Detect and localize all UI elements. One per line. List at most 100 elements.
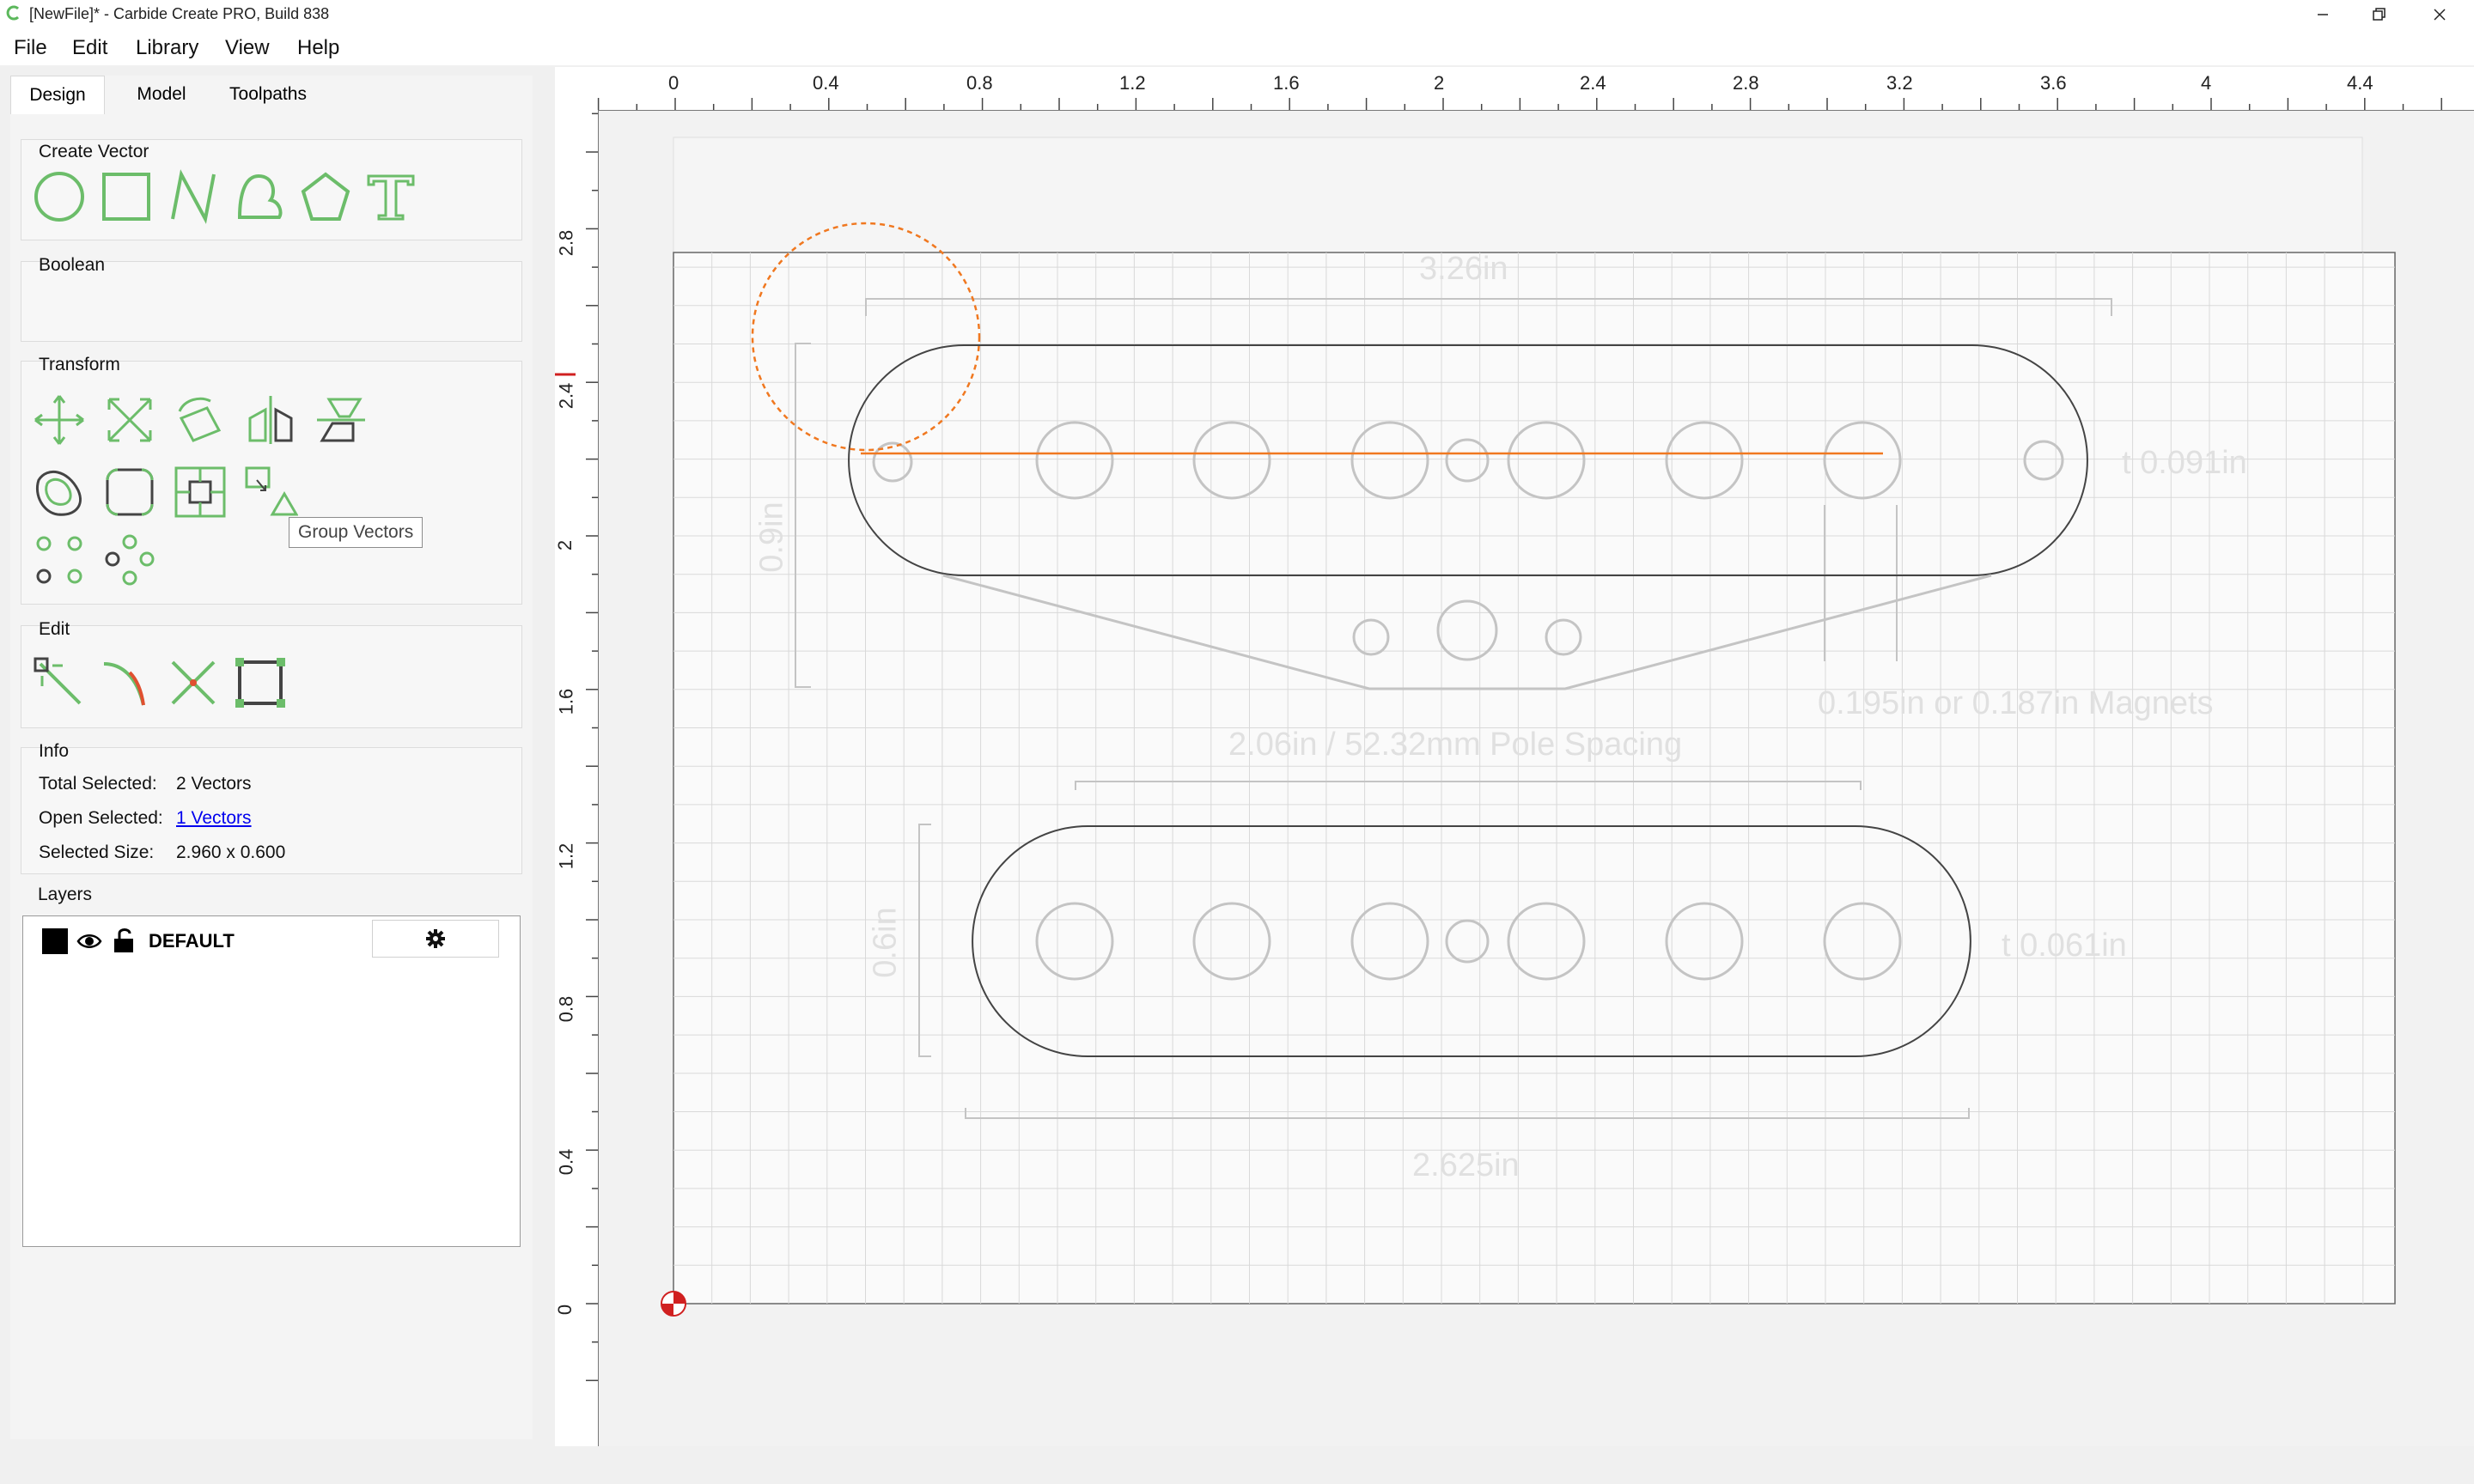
scale-icon[interactable]: [102, 392, 157, 447]
circle-icon[interactable]: [32, 169, 87, 224]
dimension-bottom-thickness: t 0.061in: [2002, 928, 2127, 964]
origin-marker-icon: [661, 1291, 686, 1317]
restore-button[interactable]: [2345, 0, 2414, 29]
tab-model[interactable]: Model: [113, 76, 210, 113]
menu-edit[interactable]: Edit: [72, 36, 107, 60]
total-selected-value: 2 Vectors: [176, 774, 252, 794]
layer-name: DEFAULT: [149, 930, 235, 952]
selected-size-label: Selected Size:: [39, 842, 155, 862]
offset-icon[interactable]: [32, 465, 87, 520]
layers-list: DEFAULT: [22, 915, 521, 1247]
ruler-y-label: 0.8: [555, 995, 577, 1023]
node-edit-icon[interactable]: [32, 655, 87, 710]
info-title: Info: [39, 741, 70, 761]
rectangle-icon[interactable]: [99, 169, 154, 224]
ruler-x-label: 4: [2201, 72, 2212, 94]
horizontal-ruler: 0 0.4 0.8 1.2 1.6 2 2.4 2.8 3.2 3.6 4 4.…: [555, 67, 2474, 111]
magnets-note: 0.195in or 0.187in Magnets: [1818, 685, 2214, 721]
ruler-x-label: 3.2: [1886, 72, 1913, 94]
split-icon[interactable]: [166, 655, 221, 710]
restore-icon: [2373, 8, 2386, 21]
boolean-title: Boolean: [39, 255, 106, 275]
ruler-x-label: 0.4: [813, 72, 839, 94]
menu-view[interactable]: View: [225, 36, 270, 60]
dimension-top-height: 0.9in: [753, 502, 790, 573]
group-icon[interactable]: [243, 465, 298, 520]
layer-color-swatch[interactable]: [42, 928, 68, 954]
workspace-area: [673, 252, 2396, 1305]
close-button[interactable]: [2405, 0, 2474, 29]
trim-icon[interactable]: [99, 655, 154, 710]
curve-icon[interactable]: [233, 169, 288, 224]
ruler-y-label: 2: [554, 539, 576, 551]
move-icon[interactable]: [32, 392, 87, 447]
eye-icon[interactable]: [76, 928, 102, 954]
dimension-bottom-width: 2.625in: [1412, 1147, 1520, 1183]
title-bar: [NewFile]* - Carbide Create PRO, Build 8…: [0, 0, 2474, 29]
align-icon[interactable]: [314, 392, 369, 447]
open-selected-link[interactable]: 1 Vectors: [176, 808, 252, 829]
app-logo-icon: [6, 5, 20, 21]
ruler-y-label: 0: [554, 1304, 576, 1316]
close-icon: [2434, 9, 2446, 21]
vertical-ruler-ticks: [555, 113, 598, 1382]
ruler-x-label: 2.4: [1580, 72, 1606, 94]
ruler-x-label: 4.4: [2347, 72, 2373, 94]
rotate-icon[interactable]: [173, 392, 228, 447]
menu-help[interactable]: Help: [297, 36, 339, 60]
edit-title: Edit: [39, 619, 70, 639]
info-group: Info Total Selected: 2 Vectors Open Sele…: [21, 741, 522, 874]
ruler-x-label: 1.2: [1119, 72, 1146, 94]
total-selected-label: Total Selected:: [39, 774, 157, 794]
layers-title: Layers: [38, 885, 93, 904]
center-icon[interactable]: [173, 465, 228, 520]
transform-group: Transform: [21, 355, 522, 605]
ruler-x-label: 0: [668, 72, 679, 94]
dimension-top-width: 3.26in: [1419, 251, 1508, 287]
unlock-icon[interactable]: [111, 927, 137, 954]
horizontal-ruler-ticks: [597, 98, 2442, 110]
canvas-drawing[interactable]: [600, 112, 2474, 1446]
menu-library[interactable]: Library: [136, 36, 198, 60]
menu-bar: File Edit Library View Help: [0, 29, 2474, 65]
ruler-y-label: 2.4: [555, 382, 577, 410]
linear-array-icon[interactable]: [102, 533, 157, 588]
ruler-x-label: 1.6: [1273, 72, 1300, 94]
create-vector-title: Create Vector: [39, 142, 149, 161]
selected-size-value: 2.960 x 0.600: [176, 842, 286, 862]
ruler-y-label: 1.2: [555, 842, 577, 870]
layer-row[interactable]: DEFAULT: [23, 916, 520, 961]
ruler-y-label: 0.4: [555, 1148, 577, 1176]
menu-file[interactable]: File: [14, 36, 47, 60]
ruler-x-label: 0.8: [966, 72, 993, 94]
open-selected-label: Open Selected:: [39, 808, 163, 828]
ruler-y-label: 1.6: [555, 688, 577, 715]
fillet-icon[interactable]: [102, 465, 157, 520]
gear-icon: [426, 929, 445, 948]
polygon-icon[interactable]: [298, 169, 353, 224]
ruler-y-label: 2.8: [555, 229, 577, 257]
tab-toolpaths[interactable]: Toolpaths: [210, 76, 326, 113]
text-icon[interactable]: [363, 169, 418, 224]
tab-design[interactable]: Design: [10, 76, 105, 114]
window-title: [NewFile]* - Carbide Create PRO, Build 8…: [29, 5, 330, 22]
layer-settings-button[interactable]: [372, 920, 499, 958]
bounding-box-icon[interactable]: [233, 655, 288, 710]
minimize-icon: [2318, 14, 2328, 15]
group-vectors-tooltip: Group Vectors: [289, 517, 424, 548]
pole-spacing-note: 2.06in / 52.32mm Pole Spacing: [1228, 727, 1683, 763]
boolean-group: Boolean: [21, 255, 522, 342]
ruler-x-label: 2: [1434, 72, 1445, 94]
dimension-bottom-height: 0.6in: [867, 907, 904, 978]
create-vector-group: Create Vector: [21, 139, 522, 240]
mirror-icon[interactable]: [243, 392, 298, 447]
ruler-x-label: 2.8: [1733, 72, 1759, 94]
circular-array-icon[interactable]: [32, 533, 87, 588]
dimension-top-thickness: t 0.091in: [2122, 445, 2247, 481]
transform-title: Transform: [39, 355, 120, 374]
edit-group: Edit: [21, 619, 522, 728]
design-canvas[interactable]: 3.26in 0.9in t 0.091in 0.195in or 0.187i…: [600, 112, 2474, 1446]
vertical-ruler: 2.8 2.4 2 1.6 1.2 0.8 0.4 0: [554, 110, 599, 1446]
ruler-x-label: 3.6: [2040, 72, 2067, 94]
polyline-icon[interactable]: [166, 169, 221, 224]
